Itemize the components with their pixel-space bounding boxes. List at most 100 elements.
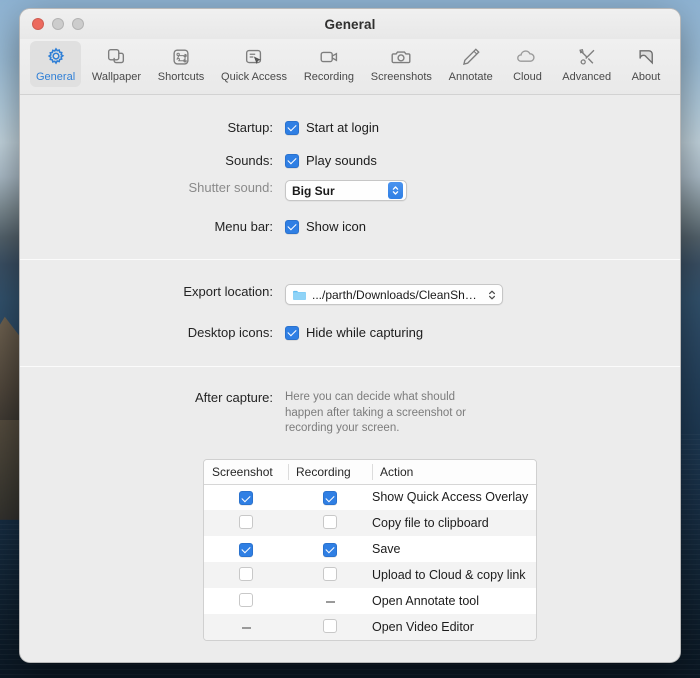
screenshot-checkbox[interactable] [239,491,253,505]
section-export: Export location: .../parth/Downloads/Cle… [20,284,680,340]
minimize-button-icon[interactable] [52,18,64,30]
cell-recording[interactable] [288,536,372,562]
recording-checkbox[interactable] [323,514,337,529]
row-after-capture: After capture: Here you can decide what … [20,390,680,437]
pencil-icon [460,45,482,69]
table-header-row: Screenshot Recording Action [204,459,536,485]
tab-general-label: General [36,71,76,83]
tab-shortcuts-label: Shortcuts [157,71,205,83]
screenshot-checkbox[interactable] [239,514,253,529]
tab-wallpaper-label: Wallpaper [91,71,142,83]
preferences-content: Startup: Start at login Sounds: Play sou… [20,120,680,662]
shutter-sound-field: Big Sur [285,180,680,201]
cloud-icon [515,45,539,69]
tab-recording-label: Recording [303,71,354,83]
table-row: Open Video Editor [204,614,536,640]
window-titlebar: General [20,9,680,39]
column-header-recording[interactable]: Recording [288,459,372,485]
recording-checkbox[interactable] [323,566,337,581]
about-icon [635,45,657,69]
hide-while-capturing-checkbox[interactable] [285,325,299,340]
screenshot-checkbox[interactable] [239,592,253,607]
section-after-capture: After capture: Here you can decide what … [20,390,680,641]
disabled-dash-icon [241,627,251,629]
show-icon-checkbox[interactable] [285,219,299,234]
export-location-label: Export location: [183,284,273,299]
cell-recording[interactable] [288,614,372,640]
preferences-toolbar: General Wallpaper Shortcuts Quick Access… [20,39,680,95]
wallpaper-icon [105,45,127,69]
cell-action-label: Upload to Cloud & copy link [372,568,526,582]
row-shutter-sound: Shutter sound: Big Sur [20,180,680,201]
disabled-dash-icon [325,601,335,603]
chevron-updown-icon [388,182,403,199]
maximize-button-icon[interactable] [72,18,84,30]
tab-quick-access[interactable]: Quick Access [215,41,293,87]
screenshot-checkbox[interactable] [239,542,253,557]
chevron-updown-plain-icon [485,286,499,303]
desktop-icons-field: Hide while capturing [285,325,680,340]
column-header-action[interactable]: Action [372,459,536,485]
sounds-field: Play sounds [285,153,680,168]
export-location-select[interactable]: .../parth/Downloads/CleanShot X [285,284,503,305]
cell-action-label: Show Quick Access Overlay [372,490,529,505]
tab-about[interactable]: About [622,41,670,87]
video-camera-icon [318,45,340,69]
start-at-login-checkbox[interactable] [285,120,299,135]
cell-screenshot-disabled [204,614,288,640]
cell-screenshot[interactable] [204,510,288,536]
tab-advanced[interactable]: Advanced [556,41,617,87]
shutter-sound-value: Big Sur [292,183,335,198]
row-sounds: Sounds: Play sounds [20,153,680,168]
tab-about-label: About [631,71,661,83]
tab-screenshots[interactable]: Screenshots [365,41,438,87]
desktop-icons-label: Desktop icons: [187,325,273,340]
screenshot-checkbox[interactable] [239,566,253,581]
cell-action-label: Save [372,542,401,556]
tab-wallpaper[interactable]: Wallpaper [86,41,147,87]
close-button-icon[interactable] [32,18,44,30]
tab-quick-access-label: Quick Access [221,71,288,83]
startup-field: Start at login [285,120,680,135]
table-row: Upload to Cloud & copy link [204,562,536,588]
menu-bar-label: Menu bar: [214,219,273,234]
cell-screenshot[interactable] [204,536,288,562]
tab-annotate[interactable]: Annotate [443,41,499,87]
section-divider-1 [20,259,680,260]
cell-recording[interactable] [288,510,372,536]
recording-checkbox[interactable] [323,542,337,557]
gear-icon [45,45,67,69]
export-location-field: .../parth/Downloads/CleanShot X [285,284,680,305]
tab-annotate-label: Annotate [448,71,493,83]
shutter-sound-label: Shutter sound: [188,180,273,195]
shutter-sound-select[interactable]: Big Sur [285,180,407,201]
tab-cloud[interactable]: Cloud [503,41,551,87]
hide-while-capturing-label: Hide while capturing [306,325,424,340]
cell-screenshot[interactable] [204,484,288,510]
tab-recording[interactable]: Recording [298,41,360,87]
column-header-screenshot[interactable]: Screenshot [204,459,288,485]
after-capture-label: After capture: [194,390,273,405]
recording-checkbox[interactable] [323,618,337,633]
cell-recording-disabled [288,588,372,614]
tab-general[interactable]: General [30,41,82,87]
sounds-label: Sounds: [225,153,273,168]
cell-recording[interactable] [288,562,372,588]
play-sounds-checkbox[interactable] [285,153,299,168]
tab-advanced-label: Advanced [562,71,612,83]
cell-screenshot[interactable] [204,562,288,588]
table-body: Show Quick Access Overlay Copy file to c… [204,484,536,640]
cell-action-label: Copy file to clipboard [372,516,489,530]
cell-screenshot[interactable] [204,588,288,614]
row-menu-bar: Menu bar: Show icon [20,219,680,234]
cell-recording[interactable] [288,484,372,510]
recording-checkbox[interactable] [323,491,337,505]
traffic-light-buttons[interactable] [32,18,84,30]
row-startup: Startup: Start at login [20,120,680,135]
folder-icon [292,289,307,301]
export-location-value: .../parth/Downloads/CleanShot X [312,287,482,302]
section-divider-2 [20,366,680,367]
cell-action-label: Open Annotate tool [372,594,480,608]
preferences-window: General General Wallpaper Shortcuts Quic… [19,8,681,663]
tab-shortcuts[interactable]: Shortcuts [152,41,210,87]
